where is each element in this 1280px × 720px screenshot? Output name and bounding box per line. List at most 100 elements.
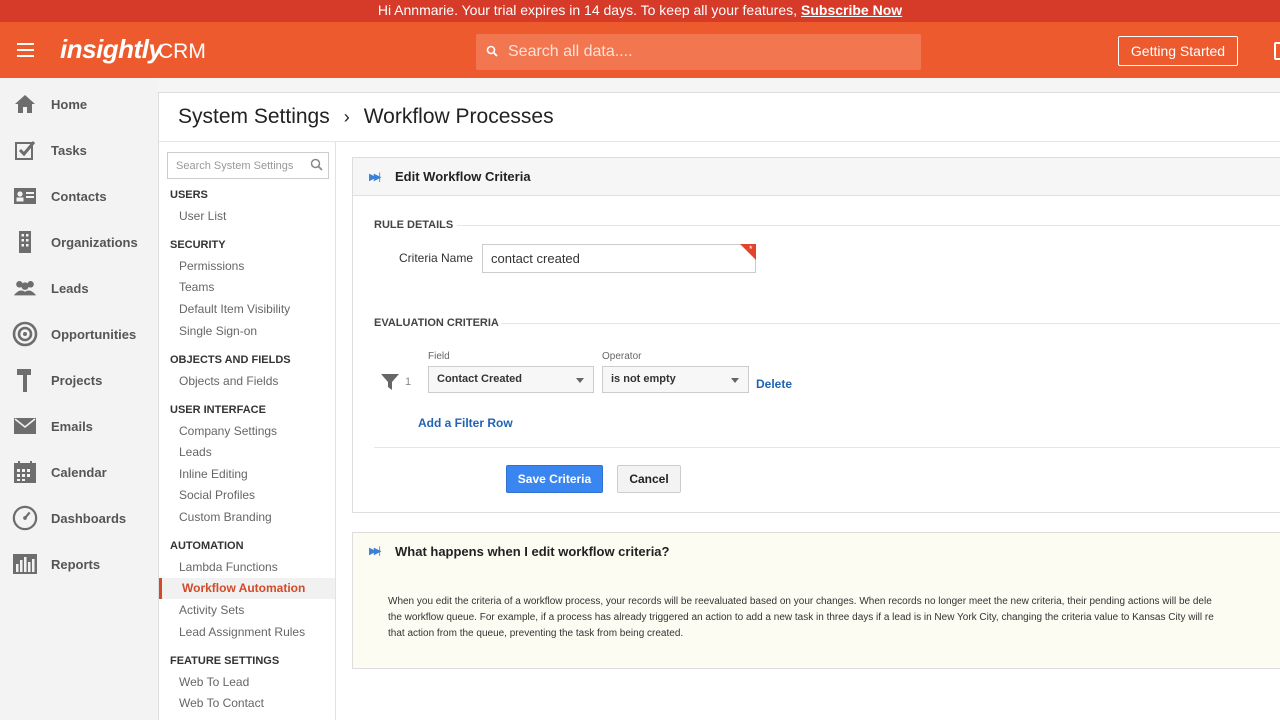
nav-item-emails[interactable]: Emails [0,403,158,449]
help-panel: ▶▶| What happens when I edit workflow cr… [352,532,1280,669]
nav-item-tasks[interactable]: Tasks [0,127,158,173]
nav-item-label: Emails [51,418,93,434]
settings-item-inline-editing[interactable]: Inline Editing [179,467,248,481]
nav-item-leads[interactable]: Leads [0,265,158,311]
nav-item-label: Calendar [51,464,107,480]
search-icon [486,45,504,60]
nav-item-reports[interactable]: Reports [0,541,158,587]
search-icon[interactable] [310,158,323,171]
app-header: insightly CRM Getting Started [0,22,1280,78]
save-criteria-button[interactable]: Save Criteria [506,465,603,493]
projects-hammer-icon [12,367,38,393]
help-title: What happens when I edit workflow criter… [395,544,670,559]
help-text-line: the workflow queue. For example, if a pr… [388,612,1214,623]
product-name: CRM [158,40,206,63]
breadcrumb-separator: › [343,106,350,127]
settings-item-permissions[interactable]: Permissions [179,259,244,273]
settings-sidebar: USERS User List SECURITY Permissions Tea… [159,142,336,720]
rule-details-heading: RULE DETAILS [374,219,454,231]
nav-item-dashboards[interactable]: Dashboards [0,495,158,541]
calendar-icon [12,459,38,485]
nav-item-label: Organizations [51,234,138,250]
nav-item-label: Projects [51,372,103,388]
nav-item-contacts[interactable]: Contacts [0,173,158,219]
nav-item-label: Leads [51,280,89,296]
global-search[interactable] [476,34,921,70]
section-objects-and-fields: OBJECTS AND FIELDS [170,354,291,366]
chevron-down-icon [576,378,584,383]
breadcrumb-root[interactable]: System Settings [178,105,330,129]
fast-forward-icon: ▶▶| [369,172,381,183]
filter-row-number: 1 [405,376,412,388]
dashboards-gauge-icon [12,505,38,531]
cancel-button[interactable]: Cancel [617,465,681,493]
add-filter-row-link[interactable]: Add a Filter Row [418,416,513,430]
fast-forward-icon: ▶▶| [369,546,381,557]
settings-item-default-item-visibility[interactable]: Default Item Visibility [179,302,290,316]
settings-item-company-settings[interactable]: Company Settings [179,424,277,438]
organizations-building-icon [12,229,38,255]
nav-item-calendar[interactable]: Calendar [0,449,158,495]
nav-item-opportunities[interactable]: Opportunities [0,311,158,357]
help-text: When you edit the criteria of a workflow… [388,594,1280,642]
nav-item-label: Reports [51,556,101,572]
required-star: * [749,244,753,254]
nav-item-organizations[interactable]: Organizations [0,219,158,265]
nav-item-label: Home [51,96,88,112]
trial-message: Hi Annmarie. Your trial expires in 14 da… [377,2,798,18]
emails-envelope-icon [12,413,38,439]
subscribe-now-link[interactable]: Subscribe Now [801,2,902,18]
nav-item-projects[interactable]: Projects [0,357,158,403]
section-automation: AUTOMATION [170,540,244,552]
nav-item-label: Tasks [51,142,87,158]
hamburger-menu-icon[interactable] [17,43,34,57]
settings-item-lead-assignment-rules[interactable]: Lead Assignment Rules [179,625,305,639]
section-security: SECURITY [170,239,226,251]
settings-item-web-to-lead[interactable]: Web To Lead [179,675,249,689]
section-users: USERS [170,189,208,201]
chevron-down-icon [731,378,739,383]
criteria-name-label: Criteria Name [399,251,474,265]
main-panel: System Settings › Workflow Processes USE… [158,92,1280,720]
global-search-input[interactable] [508,43,908,61]
getting-started-button[interactable]: Getting Started [1118,36,1238,66]
operator-select[interactable]: is not empty [602,366,749,393]
reports-bar-icon [12,551,38,577]
nav-item-label: Contacts [51,188,107,204]
nav-item-home[interactable]: Home [0,81,158,127]
operator-select-value: is not empty [611,373,676,385]
settings-item-social-profiles[interactable]: Social Profiles [179,488,255,502]
contacts-card-icon [12,183,38,209]
help-text-line: that action from the queue, preventing t… [388,628,684,639]
settings-item-user-list[interactable]: User List [179,209,226,223]
insightly-logo[interactable]: insightly [60,34,163,65]
page-title: Workflow Processes [363,105,554,128]
settings-item-activity-sets[interactable]: Activity Sets [179,603,244,617]
settings-item-lambda-functions[interactable]: Lambda Functions [179,560,278,574]
section-feature-settings: FEATURE SETTINGS [170,655,280,667]
settings-item-custom-branding[interactable]: Custom Branding [179,510,272,524]
settings-search-input[interactable] [176,159,304,172]
opportunities-target-icon [12,321,38,347]
settings-item-teams[interactable]: Teams [179,280,214,294]
criteria-name-input[interactable] [482,244,756,273]
settings-item-workflow-automation[interactable]: Workflow Automation [159,578,335,599]
edit-criteria-title: Edit Workflow Criteria [395,169,531,184]
settings-item-leads[interactable]: Leads [179,445,212,459]
home-icon [12,91,38,117]
leads-people-icon [12,275,38,301]
evaluation-criteria-heading: EVALUATION CRITERIA [374,317,499,329]
header-edge-icon[interactable] [1274,42,1280,60]
required-flag [740,244,756,260]
section-user-interface: USER INTERFACE [170,404,266,416]
settings-item-web-to-contact[interactable]: Web To Contact [179,696,264,710]
nav-item-label: Dashboards [51,510,127,526]
nav-item-label: Opportunities [51,326,137,342]
help-text-line: When you edit the criteria of a workflow… [388,596,1212,607]
settings-item-single-sign-on[interactable]: Single Sign-on [179,324,257,338]
operator-column-header: Operator [602,351,642,362]
delete-filter-link[interactable]: Delete [756,377,792,391]
settings-search[interactable] [167,152,329,179]
field-select[interactable]: Contact Created [428,366,594,393]
settings-item-objects-and-fields[interactable]: Objects and Fields [179,374,278,388]
